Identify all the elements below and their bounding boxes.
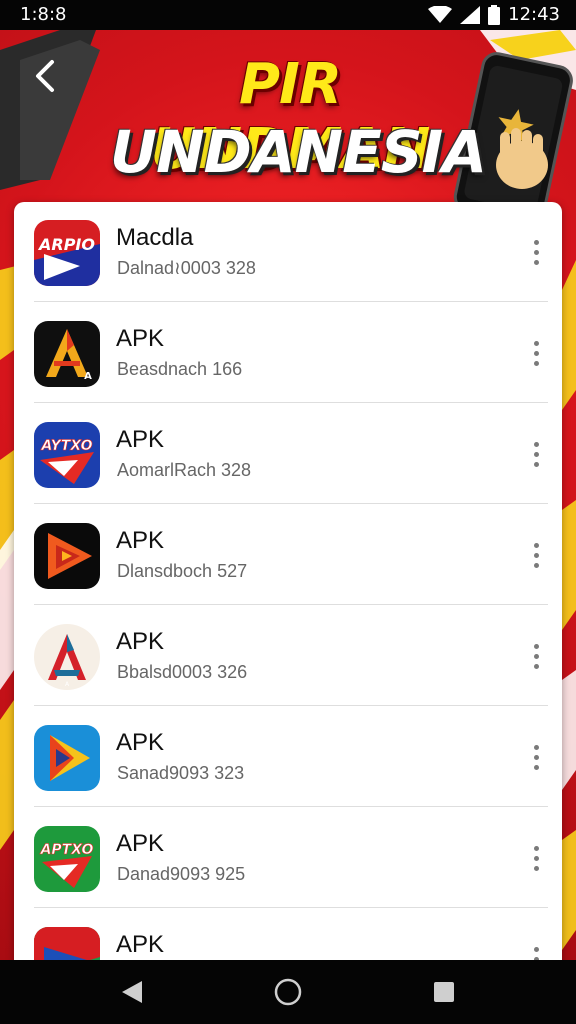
home-circle-icon	[274, 978, 302, 1006]
app-subtitle: Bbalsd0003 326	[117, 662, 248, 682]
app-list-item[interactable]: APK Dlansdboch 527	[14, 505, 562, 605]
signal-icon	[460, 5, 481, 24]
app-list: ARPIO Macdla Dalnad≀0003 328 A APK Beasd…	[14, 202, 562, 960]
app-name: APK	[116, 830, 165, 857]
app-list-item[interactable]: APTXO APK Danad9093 925	[14, 808, 562, 908]
app-icon-text: ARPIO	[37, 235, 95, 254]
nav-back-button[interactable]	[112, 976, 152, 1008]
hero-banner: PIR UNDMAN UNDANESIA ARPIO Macdla Dalnad…	[0, 30, 576, 960]
status-bar: 1:8:8 12:43	[0, 0, 576, 30]
app-name: APK	[116, 729, 165, 756]
app-name: APK	[116, 628, 165, 655]
app-subtitle: Danad9093 925	[117, 864, 246, 884]
app-name: Macdla	[116, 224, 194, 251]
app-icon	[34, 927, 100, 960]
app-icon-text: A	[84, 371, 92, 382]
app-name: APK	[116, 325, 165, 352]
app-name: APK	[116, 527, 165, 554]
more-options-icon[interactable]	[518, 636, 554, 676]
recents-square-icon	[434, 982, 454, 1002]
status-icons: 12:43	[428, 4, 560, 25]
app-icon: ARPIO	[34, 220, 100, 286]
status-clock: 12:43	[508, 4, 560, 25]
more-options-icon[interactable]	[518, 333, 554, 373]
app-list-item[interactable]: AYTXO APK AomarlRach 328	[14, 404, 562, 504]
divider	[34, 503, 548, 504]
banner-title-line-2: UNDANESIA	[110, 118, 487, 186]
nav-recents-button[interactable]	[424, 976, 464, 1008]
nav-home-button[interactable]	[268, 976, 308, 1008]
app-list-item[interactable]: APK Sanad9093 323	[14, 707, 562, 807]
more-options-icon[interactable]	[518, 939, 554, 960]
divider	[34, 705, 548, 706]
app-list-item[interactable]: A APK Bbalsd0003 326	[14, 606, 562, 706]
app-subtitle: Dlansdboch 527	[117, 561, 248, 581]
app-icon	[34, 523, 100, 589]
more-options-icon[interactable]	[518, 434, 554, 474]
app-list-item[interactable]: ARPIO Macdla Dalnad≀0003 328	[14, 202, 562, 302]
divider	[34, 907, 548, 908]
app-name: APK	[116, 426, 165, 453]
app-subtitle: Dalnad≀0003 328	[117, 258, 256, 278]
more-options-icon[interactable]	[518, 232, 554, 272]
app-icon-text: AYTXO	[40, 438, 92, 454]
app-icon-text: APTXO	[40, 842, 94, 858]
app-icon	[34, 725, 100, 791]
back-button[interactable]	[22, 52, 70, 100]
divider	[34, 806, 548, 807]
app-list-item[interactable]: A APK Beasdnach 166	[14, 303, 562, 403]
app-icon: A	[34, 624, 100, 690]
more-options-icon[interactable]	[518, 838, 554, 878]
more-options-icon[interactable]	[518, 737, 554, 777]
app-subtitle: Beasdnach 166	[117, 359, 243, 379]
battery-icon	[488, 4, 501, 25]
app-icon: A	[34, 321, 100, 387]
app-name: APK	[116, 931, 165, 958]
divider	[34, 402, 548, 403]
app-subtitle: Sanad9093 323	[117, 763, 245, 783]
status-time: 1:8:8	[20, 4, 67, 25]
app-icon: APTXO	[34, 826, 100, 892]
navigation-bar	[0, 960, 576, 1024]
back-triangle-icon	[122, 981, 142, 1003]
wifi-icon	[428, 5, 453, 24]
app-list-item[interactable]: APK	[14, 909, 562, 960]
app-subtitle: AomarlRach 328	[117, 460, 252, 480]
divider	[34, 604, 548, 605]
more-options-icon[interactable]	[518, 535, 554, 575]
back-arrow-icon	[36, 60, 54, 92]
app-icon: AYTXO	[34, 422, 100, 488]
divider	[34, 301, 548, 302]
